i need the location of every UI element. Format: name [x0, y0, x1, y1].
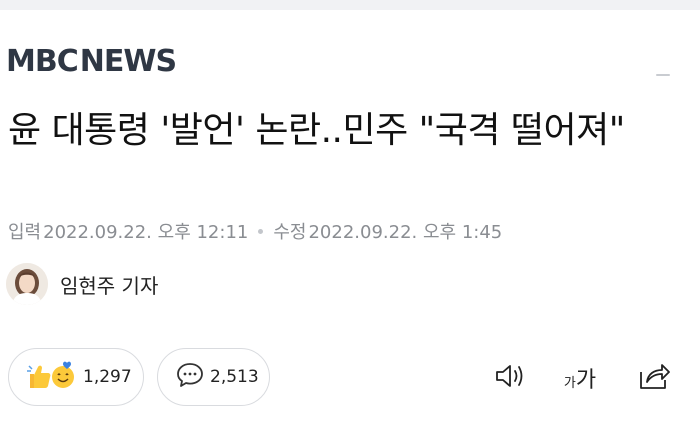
logo-news-text: NEWS	[79, 44, 177, 79]
share-icon	[637, 360, 671, 396]
font-size-button[interactable]: 가 가	[558, 360, 602, 396]
comment-count: 2,513	[210, 367, 259, 387]
speaker-icon	[493, 361, 527, 395]
modified-label: 수정	[273, 222, 307, 243]
article-meta: 입력 2022.09.22. 오후 12:11 수정 2022.09.22. 오…	[8, 218, 502, 244]
article-title: 윤 대통령 '발언' 논란..민주 "국격 떨어져"	[8, 110, 625, 151]
comment-button[interactable]: 2,513	[157, 348, 270, 406]
share-button[interactable]	[634, 360, 674, 396]
smile-emoji-icon	[49, 360, 77, 394]
logo-mbc-text: MBC	[6, 44, 79, 79]
reporter-name[interactable]: 임현주 기자	[60, 270, 158, 299]
reporter-info[interactable]: 임현주 기자	[6, 263, 158, 305]
top-bar	[0, 0, 700, 10]
reporter-avatar[interactable]	[6, 263, 48, 305]
published-label: 입력	[8, 222, 42, 243]
like-count: 1,297	[83, 367, 132, 387]
reaction-button[interactable]: 1,297	[8, 348, 144, 406]
font-big-label: 가	[575, 368, 597, 393]
modified-date: 2022.09.22. 오후 1:45	[308, 222, 503, 243]
mbc-news-logo[interactable]: MBC NEWS	[6, 44, 177, 79]
published-date: 2022.09.22. 오후 12:11	[43, 222, 249, 243]
meta-separator	[258, 228, 264, 234]
font-small-label: 가	[563, 375, 576, 391]
comment-bubble-icon	[176, 361, 204, 393]
audio-button[interactable]	[490, 360, 530, 396]
corner-mark	[656, 74, 670, 76]
